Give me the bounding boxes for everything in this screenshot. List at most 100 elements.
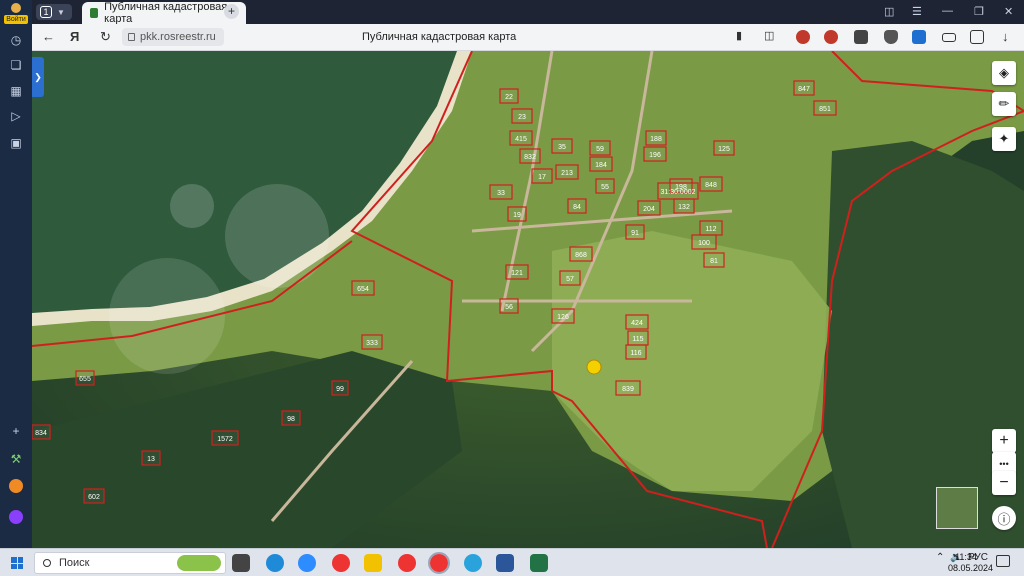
parcel[interactable]: 851: [813, 100, 837, 116]
cadastral-map[interactable]: 22 23 415 832 35 59 184 188 196 213 17 33 19 55 84 204 1…: [32, 51, 1024, 548]
notification-icon[interactable]: [996, 555, 1010, 567]
shield-icon[interactable]: [884, 30, 898, 44]
tab-active[interactable]: Публичная кадастровая карта ✕: [82, 1, 246, 25]
parcel[interactable]: 59: [589, 140, 611, 156]
extension-icon-3[interactable]: [854, 30, 868, 44]
taskbar-search[interactable]: Поиск: [34, 552, 226, 574]
extension-icon-2[interactable]: [824, 30, 838, 44]
parcel[interactable]: 655: [75, 370, 95, 386]
share-icon[interactable]: ◫: [764, 29, 774, 42]
edge-icon[interactable]: [266, 554, 284, 572]
chrome-icon[interactable]: [332, 554, 350, 572]
mail-icon[interactable]: [6, 476, 26, 496]
parcel[interactable]: 57: [559, 270, 581, 286]
telegram-icon[interactable]: [464, 554, 482, 572]
parcel[interactable]: 81: [703, 252, 725, 268]
clock[interactable]: 11:34 08.05.2024: [948, 552, 993, 574]
alice-icon[interactable]: [6, 507, 26, 527]
parcel[interactable]: 839: [615, 380, 641, 396]
parcel[interactable]: 17: [531, 168, 553, 184]
word-icon[interactable]: [496, 554, 514, 572]
zoom-out-button[interactable]: −: [992, 471, 1016, 495]
parcel[interactable]: 848: [699, 176, 723, 192]
parcel[interactable]: 22: [499, 88, 519, 104]
selected-parcel-marker[interactable]: [586, 359, 602, 375]
yandex-browser-icon[interactable]: [398, 554, 416, 572]
parcel[interactable]: 125: [713, 140, 735, 156]
battery-icon[interactable]: [942, 33, 956, 42]
shortcut-icon[interactable]: ⚒: [6, 449, 26, 469]
parcel[interactable]: 115: [627, 330, 649, 346]
parcel[interactable]: 602: [83, 488, 105, 504]
history-clock-icon[interactable]: ◷: [6, 30, 26, 50]
windows-start-icon[interactable]: [11, 557, 23, 569]
minimap-thumbnail[interactable]: [936, 487, 978, 529]
parcel[interactable]: 132: [673, 198, 695, 214]
collections-icon[interactable]: ❏: [6, 55, 26, 75]
locate-button[interactable]: ✦: [992, 127, 1016, 151]
add-icon[interactable]: +: [6, 421, 26, 441]
parcel[interactable]: 654: [351, 280, 375, 296]
parcel[interactable]: 99: [331, 380, 349, 396]
bookmark-icon[interactable]: ▦: [6, 81, 26, 101]
parcel[interactable]: 112: [699, 220, 723, 236]
parcel[interactable]: 834: [32, 424, 51, 440]
parcel[interactable]: 100: [691, 234, 717, 250]
parcel[interactable]: 213: [555, 164, 579, 180]
parcel[interactable]: 91: [625, 224, 645, 240]
parcel[interactable]: 126: [551, 308, 575, 324]
parcel[interactable]: 55: [595, 178, 615, 194]
map-canvas[interactable]: 22 23 415 832 35 59 184 188 196 213 17 33 19 55 84 204 1…: [32, 51, 1024, 548]
bookmark-add-icon[interactable]: ▮: [736, 29, 742, 42]
parcel[interactable]: 116: [625, 344, 647, 360]
excel-icon[interactable]: [530, 554, 548, 572]
parcel[interactable]: 35: [551, 138, 573, 154]
restore-icon[interactable]: ❐: [974, 5, 984, 18]
parcel[interactable]: 23: [511, 108, 533, 124]
login-button[interactable]: Войти: [4, 3, 28, 25]
parcel[interactable]: 204: [637, 200, 661, 216]
explorer-icon[interactable]: [364, 554, 382, 572]
parcel[interactable]: 868: [569, 246, 593, 262]
puzzle-icon[interactable]: [970, 30, 984, 44]
yandex-browser-active-icon[interactable]: [428, 552, 450, 574]
zoom-app-icon[interactable]: [298, 554, 316, 572]
parcel[interactable]: 196: [643, 146, 667, 162]
parcel[interactable]: 56: [499, 298, 519, 314]
extension-icon[interactable]: [796, 30, 810, 44]
back-icon[interactable]: ←: [42, 29, 55, 44]
video-icon[interactable]: ▷: [6, 106, 26, 126]
ruler-button[interactable]: ✏: [992, 92, 1016, 116]
chevron-up-icon[interactable]: ⌃: [936, 552, 944, 563]
parcel[interactable]: 19: [507, 206, 527, 222]
yandex-icon[interactable]: Я: [70, 29, 79, 44]
parcel[interactable]: 31:30:0002: [657, 182, 699, 200]
minimize-icon[interactable]: —: [942, 5, 953, 17]
task-view-icon[interactable]: [232, 554, 250, 572]
window-close-icon[interactable]: ✕: [1004, 5, 1013, 18]
menu-icon[interactable]: ☰: [912, 5, 922, 18]
parcel[interactable]: 832: [519, 148, 541, 164]
download-icon[interactable]: ↓: [1002, 29, 1009, 44]
parcel[interactable]: 184: [589, 156, 613, 172]
parcel[interactable]: 415: [509, 130, 533, 146]
bookmarks-panel-icon[interactable]: ◫: [884, 5, 894, 18]
parcel[interactable]: 188: [645, 130, 667, 146]
new-tab-button[interactable]: +: [224, 4, 239, 19]
info-button[interactable]: ⓘ: [992, 506, 1016, 530]
tab-count-button[interactable]: 1 ▼: [36, 4, 72, 20]
parcel[interactable]: 424: [625, 314, 649, 330]
zoom-in-button[interactable]: +: [992, 429, 1016, 453]
parcel[interactable]: 13: [141, 450, 161, 466]
reload-icon[interactable]: ↻: [100, 29, 111, 45]
side-panel-toggle[interactable]: ❯: [32, 57, 44, 97]
layers-button[interactable]: ◈: [992, 61, 1016, 85]
screenshot-icon[interactable]: ▣: [6, 133, 26, 153]
url-field[interactable]: pkk.rosreestr.ru: [122, 28, 224, 46]
parcel[interactable]: 121: [505, 264, 529, 280]
parcel[interactable]: 1572: [211, 430, 239, 446]
parcel[interactable]: 98: [281, 410, 301, 426]
parcel[interactable]: 333: [361, 334, 383, 350]
translate-icon[interactable]: [912, 30, 926, 44]
parcel[interactable]: 33: [489, 184, 513, 200]
